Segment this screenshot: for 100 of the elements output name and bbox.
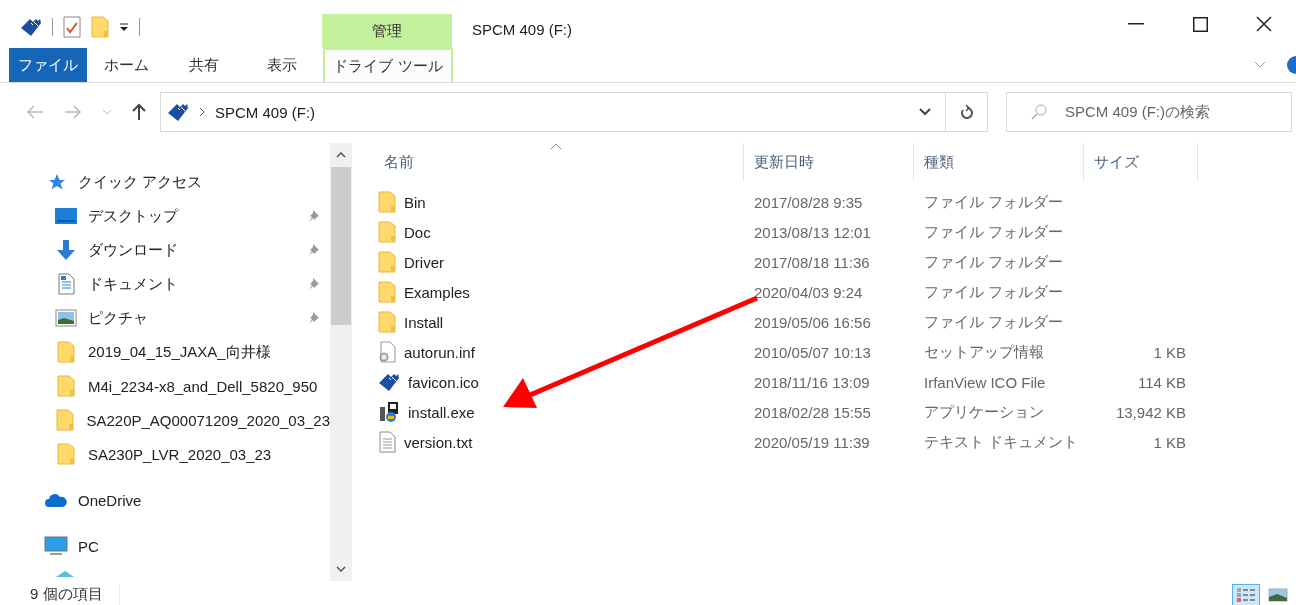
modified-date: 2018/11/16 13:09: [753, 373, 871, 391]
settings-file-icon: [378, 341, 396, 363]
nav-item[interactable]: デスクトップ: [88, 206, 298, 226]
modified-date: 2010/05/07 10:13: [753, 343, 872, 361]
refresh-button[interactable]: [946, 92, 988, 132]
ribbon-tab[interactable]: ドライブ ツール: [323, 48, 453, 82]
details-view-button[interactable]: [1232, 583, 1260, 605]
folder-icon: [378, 311, 396, 333]
drive-icon: [167, 102, 189, 122]
pin-icon[interactable]: [308, 243, 320, 257]
cube-icon: [54, 569, 76, 577]
nav-item[interactable]: ピクチャ: [88, 308, 298, 328]
ribbon-tab[interactable]: 共有: [165, 48, 243, 82]
item-count: 9 個の項目: [30, 585, 103, 604]
column-header[interactable]: サイズ: [1084, 143, 1198, 181]
nav-item[interactable]: 2019_04_15_JAXA_向井様: [88, 342, 330, 362]
chevron-right-icon[interactable]: [199, 107, 205, 117]
folder-icon: [378, 191, 396, 213]
nav-item[interactable]: ダウンロード: [88, 240, 298, 260]
ribbon-tab[interactable]: ファイル: [9, 48, 87, 82]
file-type: ファイル フォルダー: [923, 252, 1065, 272]
file-name[interactable]: Install: [404, 313, 444, 331]
modified-date: 2018/02/28 15:55: [753, 403, 872, 421]
computer-icon: [44, 536, 68, 556]
nav-item[interactable]: SA220P_AQ00071209_2020_03_23: [86, 411, 330, 429]
maximize-icon: [1192, 16, 1208, 32]
file-type: ファイル フォルダー: [923, 282, 1065, 302]
close-icon: [1256, 16, 1272, 32]
expand-ribbon-icon[interactable]: [1254, 61, 1266, 69]
nav-item[interactable]: ドキュメント: [88, 274, 298, 294]
dropdown-icon[interactable]: [119, 22, 129, 32]
nav-item[interactable]: クイック アクセス: [78, 172, 330, 192]
column-header[interactable]: 名前: [374, 143, 744, 181]
address-bar[interactable]: SPCM 409 (F:): [160, 92, 946, 132]
cloud-icon: [44, 492, 68, 508]
search-icon: [1031, 104, 1047, 120]
file-type: アプリケーション: [923, 402, 1045, 422]
text-file-icon: [378, 431, 396, 453]
file-type: セットアップ情報: [923, 342, 1045, 362]
pin-icon[interactable]: [308, 209, 320, 223]
file-type: テキスト ドキュメント: [923, 432, 1080, 452]
nav-item[interactable]: OneDrive: [78, 491, 330, 509]
pin-icon[interactable]: [308, 277, 320, 291]
modified-date: 2020/04/03 9:24: [753, 283, 864, 301]
folder-icon: [56, 409, 75, 431]
scroll-down-icon[interactable]: [336, 566, 346, 572]
file-size: 114 KB: [1136, 373, 1187, 391]
folder-icon: [57, 375, 75, 397]
file-name[interactable]: install.exe: [408, 403, 475, 421]
logo-icon: [378, 372, 400, 392]
up-icon[interactable]: [132, 103, 146, 121]
properties-icon[interactable]: [63, 16, 81, 38]
pin-icon[interactable]: [308, 311, 320, 325]
nav-item[interactable]: SA230P_LVR_2020_03_23: [88, 445, 330, 463]
file-name[interactable]: autorun.inf: [404, 343, 475, 361]
download-icon: [55, 239, 77, 261]
document-icon: [57, 273, 75, 295]
file-name[interactable]: favicon.ico: [408, 373, 479, 391]
folder-icon: [57, 341, 75, 363]
modified-date: 2013/08/13 12:01: [753, 223, 872, 241]
file-size: 13,942 KB: [1114, 403, 1187, 421]
new-folder-icon: [91, 16, 109, 38]
file-name[interactable]: version.txt: [404, 433, 473, 451]
nav-item[interactable]: PC: [78, 537, 330, 555]
modified-date: 2020/05/19 11:39: [753, 433, 871, 451]
ribbon-tab[interactable]: 表示: [243, 48, 321, 82]
column-header[interactable]: 更新日時: [744, 143, 914, 181]
forward-icon[interactable]: [64, 105, 82, 119]
modified-date: 2019/05/06 16:56: [753, 313, 872, 331]
file-name[interactable]: Doc: [404, 223, 431, 241]
search-field[interactable]: SPCM 409 (F:)の検索: [1006, 92, 1292, 132]
folder-icon: [57, 443, 75, 465]
ribbon-tab[interactable]: ホーム: [87, 48, 165, 82]
chevron-down-icon[interactable]: [919, 108, 931, 116]
file-type: ファイル フォルダー: [923, 222, 1065, 242]
picture-icon: [55, 309, 77, 327]
file-name[interactable]: Bin: [404, 193, 426, 211]
back-icon[interactable]: [26, 105, 44, 119]
refresh-icon: [959, 104, 974, 120]
folder-icon: [378, 221, 396, 243]
folder-icon: [378, 281, 396, 303]
file-size: 1 KB: [1152, 343, 1187, 361]
scrollbar[interactable]: [330, 143, 352, 581]
modified-date: 2017/08/18 11:36: [753, 253, 871, 271]
desktop-icon: [54, 207, 78, 225]
file-name[interactable]: Driver: [404, 253, 444, 271]
scroll-up-icon[interactable]: [336, 152, 346, 158]
file-name[interactable]: Examples: [404, 283, 470, 301]
minimize-icon: [1128, 23, 1144, 25]
context-tab-group-label: 管理: [322, 14, 452, 48]
app-logo-icon: [20, 17, 42, 37]
modified-date: 2017/08/28 9:35: [753, 193, 864, 211]
recent-locations-icon[interactable]: [102, 109, 112, 115]
window-title: SPCM 409 (F:): [472, 21, 573, 40]
nav-item[interactable]: M4i_2234-x8_and_Dell_5820_950: [88, 377, 330, 395]
file-type: ファイル フォルダー: [923, 192, 1065, 212]
installer-icon: [378, 401, 400, 423]
column-header[interactable]: 種類: [914, 143, 1084, 181]
folder-icon: [378, 251, 396, 273]
file-type: IrfanView ICO File: [923, 373, 1047, 391]
